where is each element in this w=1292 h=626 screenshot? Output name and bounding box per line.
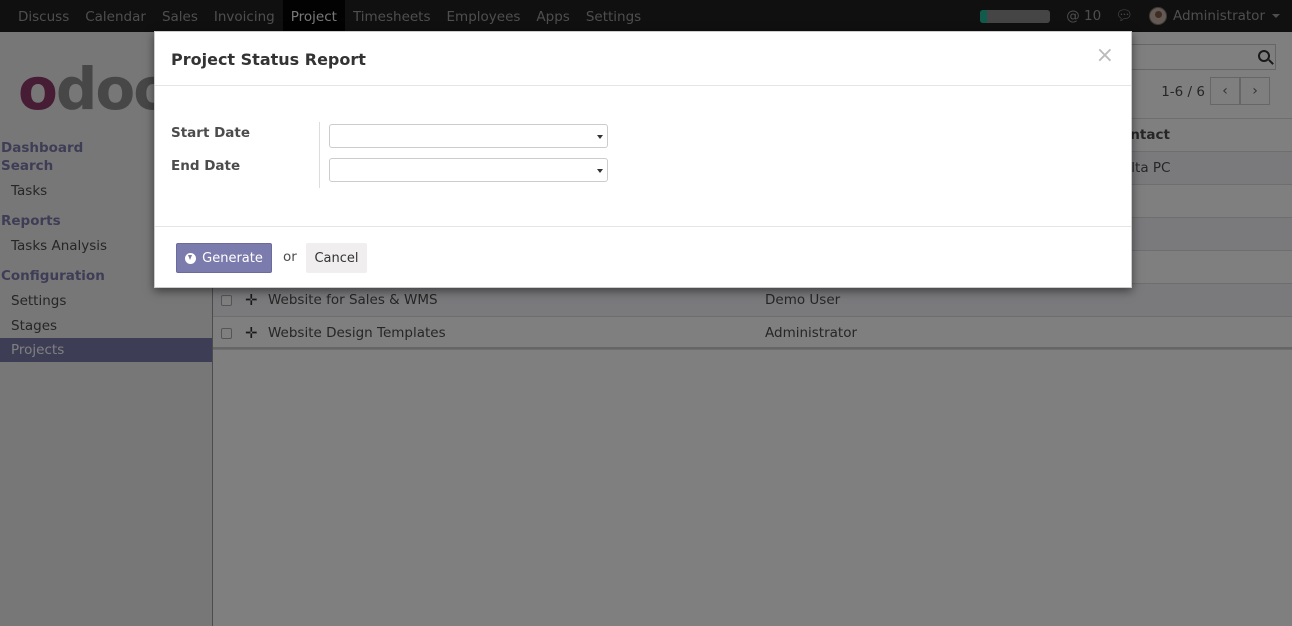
generate-label: Generate: [202, 250, 263, 266]
project-status-report-dialog: Project Status Report × Start Date End D…: [154, 31, 1132, 288]
or-text: or: [283, 249, 297, 265]
end-date-label: End Date: [171, 158, 241, 174]
cancel-label: Cancel: [314, 250, 359, 266]
start-date-field[interactable]: [329, 124, 608, 148]
dialog-footer: Generate or Cancel: [155, 227, 1131, 288]
dialog-body: Start Date End Date: [155, 86, 1131, 227]
end-date-field[interactable]: [329, 158, 608, 182]
close-icon[interactable]: ×: [1096, 44, 1114, 68]
dropdown-arrow-icon[interactable]: [597, 169, 603, 173]
start-date-label: Start Date: [171, 125, 251, 141]
download-circle-icon: [185, 252, 197, 264]
dialog-header: Project Status Report ×: [155, 32, 1131, 86]
dropdown-arrow-icon[interactable]: [597, 135, 603, 139]
generate-button[interactable]: Generate: [176, 243, 272, 273]
label-divider: [319, 122, 320, 188]
cancel-button[interactable]: Cancel: [306, 243, 367, 273]
dialog-title: Project Status Report: [171, 50, 366, 69]
